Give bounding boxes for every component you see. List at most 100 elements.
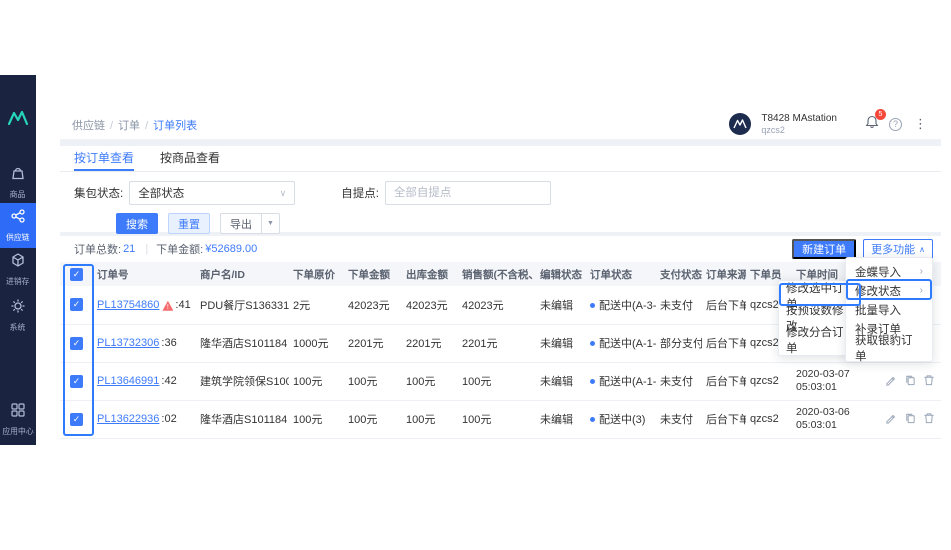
pay-status-cell: 未支付 (656, 286, 702, 325)
delete-icon[interactable] (923, 412, 935, 424)
order-link[interactable]: PL13622936 (97, 413, 159, 425)
avatar[interactable] (729, 113, 752, 136)
actions-cell (876, 400, 941, 439)
menu-item-kingdee-import[interactable]: 金蝶导入 › (846, 262, 932, 281)
copy-icon[interactable] (904, 374, 916, 386)
help-icon[interactable]: ? (889, 117, 902, 131)
user-name: T8428 MAstation (761, 112, 837, 124)
order-link[interactable]: PL13754860 (97, 299, 159, 311)
more-functions-button[interactable]: 更多功能 ∧ (863, 239, 933, 259)
export-split-button: 导出 ▼ (220, 213, 280, 234)
inventory-box-icon (10, 252, 26, 273)
copy-icon[interactable] (904, 412, 916, 424)
kebab-menu-icon[interactable]: ⋮ (912, 116, 929, 132)
app-logo (7, 109, 29, 132)
menu-item-modify-status[interactable]: 修改状态 › (846, 281, 932, 300)
sidebar-item-app-center[interactable]: 应用中心 (0, 397, 36, 442)
merchant-cell: 建筑学院领保S100901 (196, 362, 289, 401)
order-link[interactable]: PL13732306 (97, 337, 159, 349)
products-bag-icon (10, 165, 26, 186)
status-dot (590, 417, 595, 422)
user-info[interactable]: T8428 MAstation qzcs2 (761, 113, 837, 136)
order-suffix: :02 (161, 413, 177, 425)
edit-icon[interactable] (885, 412, 897, 424)
order-time-cell: 2020-03-07 05:03:01 (792, 362, 876, 401)
sidebar-item-label: 应用中心 (2, 426, 34, 436)
user-cluster: T8428 MAstation qzcs2 5 ? ⋮ (729, 108, 929, 136)
operator-cell: qzcs2 (746, 400, 792, 439)
pickup-point-input[interactable] (384, 181, 551, 205)
breadcrumb-separator: / (110, 119, 114, 132)
logo-icon (7, 110, 29, 126)
breadcrumb-order-list: 订单列表 (153, 119, 198, 132)
order-amount-cell: 42023元 (344, 286, 402, 325)
original-price-cell: 100元 (289, 400, 344, 439)
pay-status-cell: 部分支付 (656, 324, 702, 363)
delete-icon[interactable] (923, 374, 935, 386)
export-button[interactable]: 导出 (220, 213, 262, 234)
header-source: 订单来源 (702, 262, 746, 286)
new-order-button[interactable]: 新建订单 (792, 239, 857, 259)
order-link[interactable]: PL13646991 (97, 375, 159, 387)
submenu-arrow-icon: › (919, 266, 923, 277)
status-dot (590, 379, 595, 384)
notification-bell-icon[interactable]: 5 (865, 108, 886, 134)
sidebar-item-supply-chain[interactable]: 供应链 (0, 203, 36, 248)
row-checkbox[interactable]: ✓ (70, 412, 83, 426)
edit-status-cell: 未编辑 (536, 400, 586, 439)
tab-by-product[interactable]: 按商品查看 (160, 146, 220, 171)
app-grid-icon (10, 402, 26, 423)
sidebar-item-inventory[interactable]: 进销存 (0, 247, 36, 292)
header-order-status: 订单状态 (586, 262, 656, 286)
sidebar-item-label: 供应链 (6, 232, 30, 242)
order-amount-label: 下单金额: (156, 244, 204, 256)
order-total-value: 21 (123, 243, 136, 255)
header-merchant: 商户名/ID (196, 262, 289, 286)
merchant-cell: PDU餐厅S136331 (196, 286, 289, 325)
order-status-cell: 配送中(A-1-1) (586, 324, 656, 363)
sales-amount-cell: 100元 (458, 400, 536, 439)
original-price-cell: 100元 (289, 362, 344, 401)
notification-badge: 5 (875, 108, 886, 120)
source-cell: 后台下单 (702, 286, 746, 325)
export-caret-icon[interactable]: ▼ (262, 213, 280, 234)
header-pay-status: 支付状态 (656, 262, 702, 286)
menu-item-fetch-pos-orders[interactable]: 获取银豹订单 (846, 335, 932, 363)
package-status-select[interactable]: 全部状态 ∨ (129, 181, 296, 205)
order-suffix: :42 (161, 375, 177, 387)
chevron-down-icon: ∨ (279, 187, 287, 198)
avatar-logo-icon (733, 119, 748, 129)
view-tabs: 按订单查看 按商品查看 (60, 146, 941, 172)
order-amount-cell: 100元 (344, 362, 402, 401)
outbound-amount-cell: 100元 (402, 400, 458, 439)
row-checkbox[interactable]: ✓ (70, 374, 83, 388)
edit-icon[interactable] (885, 374, 897, 386)
filter-row: 集包状态: 全部状态 ∨ 自提点: (60, 172, 941, 205)
header-checkbox-cell: ✓ (60, 262, 93, 286)
outbound-amount-cell: 2201元 (402, 324, 458, 363)
user-account: qzcs2 (761, 125, 785, 136)
breadcrumb-orders[interactable]: 订单 (118, 120, 140, 132)
merchant-cell: 隆华酒店S101184 (196, 324, 289, 363)
breadcrumb: 供应链 / 订单 / 订单列表 (72, 117, 197, 133)
sidebar-item-system[interactable]: 系统 (0, 293, 36, 338)
breadcrumb-supply-chain[interactable]: 供应链 (72, 120, 105, 132)
reset-button[interactable]: 重置 (168, 213, 210, 234)
status-dot (590, 341, 595, 346)
warning-icon: ! (162, 300, 174, 311)
tab-by-order[interactable]: 按订单查看 (74, 146, 135, 171)
search-button[interactable]: 搜索 (116, 213, 158, 234)
sidebar-item-products[interactable]: 商品 (0, 160, 36, 205)
select-all-checkbox[interactable]: ✓ (70, 267, 83, 281)
sales-amount-cell: 2201元 (458, 324, 536, 363)
package-status-value: 全部状态 (138, 188, 185, 200)
row-checkbox[interactable]: ✓ (70, 298, 83, 312)
filter-buttons: 搜索 重置 导出 ▼ (60, 205, 941, 234)
pay-status-cell: 未支付 (656, 400, 702, 439)
order-status-cell: 配送中(3) (586, 400, 656, 439)
row-checkbox[interactable]: ✓ (70, 336, 83, 350)
actions-cell (876, 362, 941, 401)
supply-chain-icon (10, 208, 26, 229)
menu-item-batch-import[interactable]: 批量导入 (846, 300, 932, 319)
pay-status-cell: 未支付 (656, 362, 702, 401)
